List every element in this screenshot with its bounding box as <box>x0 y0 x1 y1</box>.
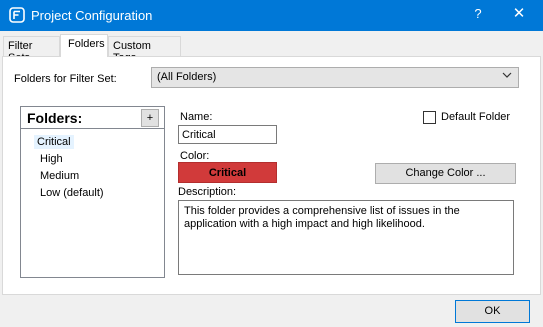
color-label: Color: <box>180 150 210 162</box>
tab-custom-tags[interactable]: Custom Tags <box>108 36 181 64</box>
tab-folders[interactable]: Folders <box>60 34 108 57</box>
title-bar: Project Configuration ? ✕ <box>0 0 543 31</box>
default-folder-checkbox[interactable] <box>423 111 436 124</box>
app-icon <box>9 7 25 23</box>
description-label: Description: <box>178 186 237 198</box>
default-folder-label: Default Folder <box>441 111 511 123</box>
filter-set-dropdown[interactable]: (All Folders) <box>151 67 519 88</box>
name-input[interactable]: Critical <box>178 125 277 144</box>
folder-item-medium[interactable]: Medium <box>40 170 79 182</box>
name-label: Name: <box>180 111 213 123</box>
folder-item-high[interactable]: High <box>40 153 63 165</box>
filter-set-label: Folders for Filter Set: <box>14 73 117 85</box>
ok-button[interactable]: OK <box>455 300 530 323</box>
change-color-button[interactable]: Change Color ... <box>375 163 516 184</box>
folder-item-low[interactable]: Low (default) <box>40 187 104 199</box>
add-folder-button[interactable]: + <box>141 109 159 127</box>
help-button[interactable]: ? <box>470 6 486 21</box>
color-swatch: Critical <box>178 162 277 183</box>
filter-set-value: (All Folders) <box>157 71 217 83</box>
folders-list-header: Folders: + <box>21 107 164 129</box>
chevron-down-icon <box>502 70 512 83</box>
tab-filter-sets[interactable]: Filter Sets <box>3 36 60 64</box>
folders-header-title: Folders: <box>27 110 83 126</box>
window-title: Project Configuration <box>31 8 153 23</box>
close-button[interactable]: ✕ <box>510 4 528 22</box>
folder-item-critical[interactable]: Critical <box>34 135 74 149</box>
description-textarea[interactable]: This folder provides a comprehensive lis… <box>178 200 514 275</box>
